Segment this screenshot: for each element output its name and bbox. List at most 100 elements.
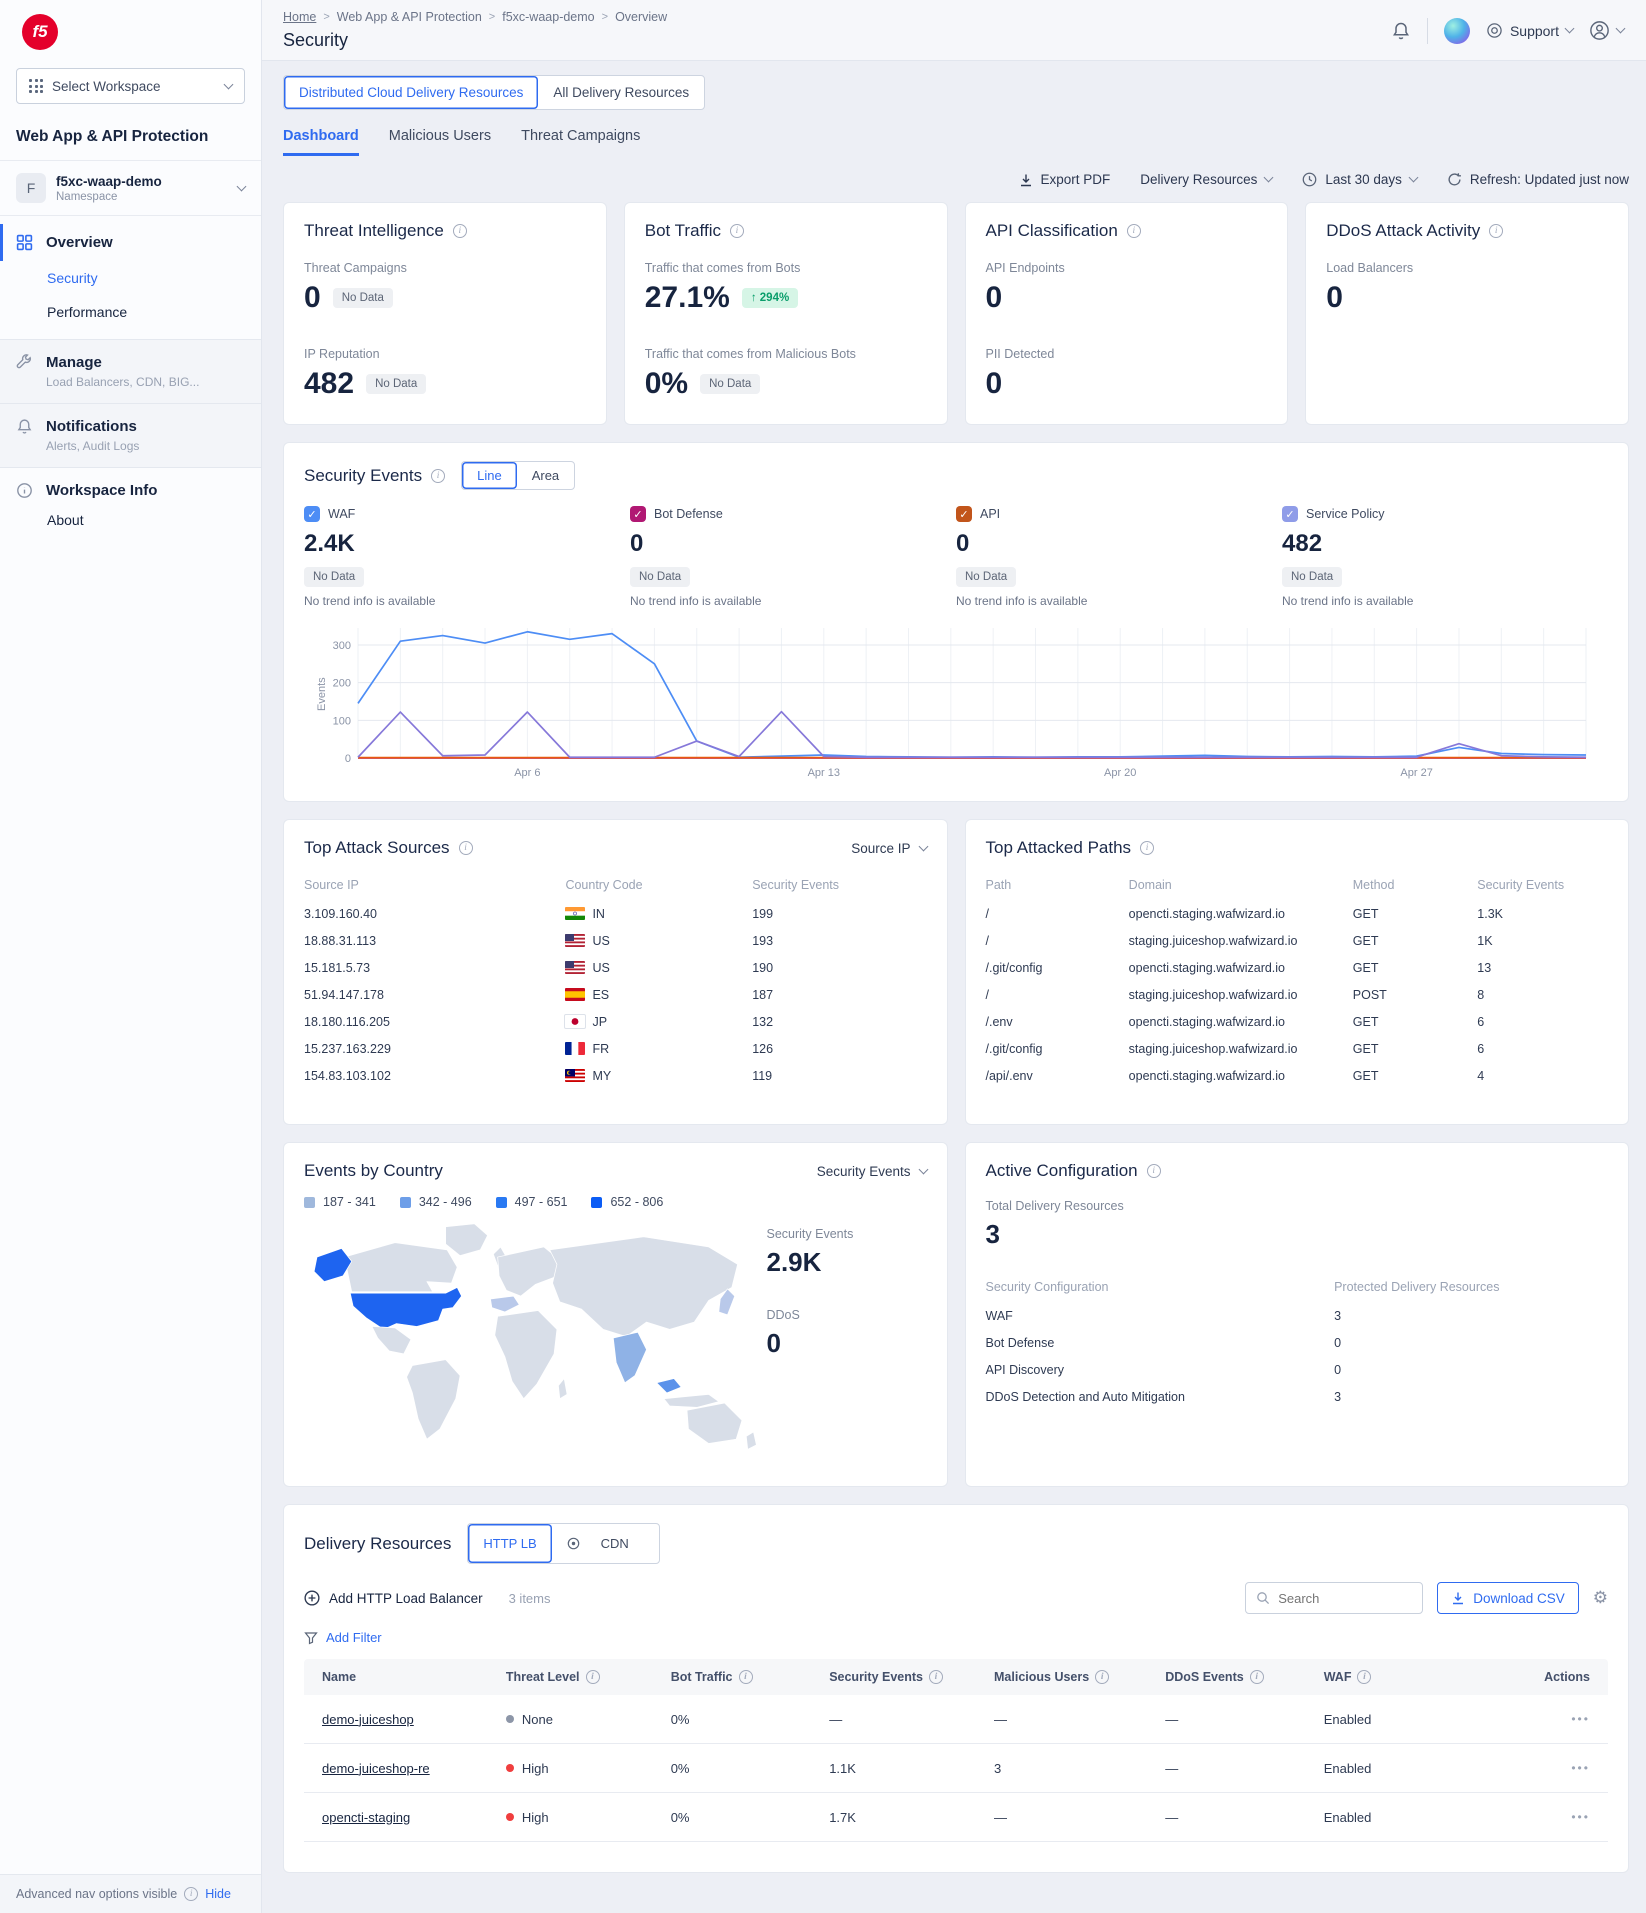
row-actions-menu[interactable]: ••• [1489, 1712, 1590, 1726]
info-icon[interactable]: i [730, 224, 744, 238]
security-events-card: Security Eventsi Line Area ✓WAF 2.4K No … [283, 442, 1629, 802]
delivery-resources-dropdown[interactable]: Delivery Resources [1140, 172, 1272, 187]
row-actions-menu[interactable]: ••• [1489, 1810, 1590, 1824]
lb-link[interactable]: demo-juiceshop-re [322, 1761, 430, 1776]
time-range-dropdown[interactable]: Last 30 days [1302, 172, 1417, 187]
info-icon[interactable]: i [1140, 841, 1154, 855]
info-icon[interactable]: i [739, 1670, 753, 1684]
info-icon[interactable]: i [1357, 1670, 1371, 1684]
service-policy-checkbox[interactable]: ✓ [1282, 506, 1298, 522]
row-actions-menu[interactable]: ••• [1489, 1761, 1590, 1775]
sidebar-item-security[interactable]: Security [0, 261, 261, 295]
workspace-selector[interactable]: Select Workspace [16, 68, 245, 104]
table-row: 51.94.147.178ES187 [304, 981, 927, 1008]
security-events-label: Security Events [767, 1227, 927, 1241]
support-label: Support [1510, 23, 1559, 39]
add-filter-button[interactable]: Add Filter [304, 1630, 1608, 1645]
toggle-cdn[interactable]: CDN [552, 1524, 659, 1563]
info-icon[interactable]: i [453, 224, 467, 238]
breadcrumb-home[interactable]: Home [283, 10, 316, 24]
toggle-line[interactable]: Line [462, 462, 517, 489]
info-icon[interactable]: i [586, 1670, 600, 1684]
table-row: 18.88.31.113US193 [304, 927, 927, 954]
info-icon[interactable]: i [459, 841, 473, 855]
card-title: Threat Intelligence [304, 221, 444, 241]
assistant-orb-icon[interactable] [1444, 18, 1470, 44]
info-icon[interactable]: i [1147, 1164, 1161, 1178]
namespace-selector[interactable]: F f5xc-waap-demo Namespace [0, 161, 261, 215]
flag-icon-in [565, 907, 585, 920]
toggle-distributed-cloud[interactable]: Distributed Cloud Delivery Resources [284, 76, 538, 109]
table-row: 15.237.163.229FR126 [304, 1035, 927, 1062]
delivery-resources-table: Name Threat Leveli Bot Traffici Security… [304, 1659, 1608, 1842]
info-icon[interactable]: i [1095, 1670, 1109, 1684]
product-title: Web App & API Protection [0, 110, 261, 160]
breadcrumb-separator: > [489, 11, 495, 23]
tab-dashboard[interactable]: Dashboard [283, 128, 359, 156]
info-icon[interactable]: i [431, 469, 445, 483]
lb-link[interactable]: demo-juiceshop [322, 1712, 414, 1727]
no-data-badge: No Data [1282, 567, 1342, 587]
table-row: API Discovery0 [986, 1356, 1609, 1383]
waf-checkbox[interactable]: ✓ [304, 506, 320, 522]
breadcrumb-namespace[interactable]: f5xc-waap-demo [502, 10, 594, 24]
tab-threat-campaigns[interactable]: Threat Campaigns [521, 128, 640, 156]
card-title: Bot Traffic [645, 221, 721, 241]
account-menu[interactable] [1589, 20, 1624, 41]
sidebar-item-workspace-info[interactable]: Workspace Info [0, 467, 261, 503]
api-checkbox[interactable]: ✓ [956, 506, 972, 522]
world-map[interactable] [304, 1213, 767, 1468]
sidebar-item-manage[interactable]: Manage Load Balancers, CDN, BIG... [0, 339, 261, 403]
svg-text:100: 100 [333, 715, 351, 727]
info-icon[interactable]: i [929, 1670, 943, 1684]
search-input[interactable] [1278, 1591, 1398, 1606]
breadcrumb-overview[interactable]: Overview [615, 10, 667, 24]
chevron-down-icon [1616, 24, 1626, 34]
add-http-lb-button[interactable]: Add HTTP Load Balancer [304, 1590, 483, 1606]
api-classification-card: API Classificationi API Endpoints 0 PII … [965, 202, 1289, 425]
events-metric-dropdown[interactable]: Security Events [817, 1164, 927, 1179]
top-bar: Home > Web App & API Protection > f5xc-w… [262, 0, 1646, 61]
chevron-down-icon [918, 841, 928, 851]
namespace-type: Namespace [56, 191, 162, 203]
export-pdf-button[interactable]: Export PDF [1019, 172, 1111, 187]
bot-defense-checkbox[interactable]: ✓ [630, 506, 646, 522]
support-menu[interactable]: Support [1486, 22, 1573, 39]
source-ip-dropdown[interactable]: Source IP [851, 841, 926, 856]
table-row: /.envopencti.staging.wafwizard.ioGET6 [986, 1008, 1609, 1035]
info-icon[interactable]: i [1127, 224, 1141, 238]
sidebar-item-about[interactable]: About [0, 503, 261, 544]
refresh-button[interactable]: Refresh: Updated just now [1447, 172, 1629, 187]
manage-label: Manage [46, 354, 199, 371]
sidebar-item-performance[interactable]: Performance [0, 295, 261, 329]
malicious-bot-traffic-value: 0% [645, 367, 688, 401]
table-row: WAF3 [986, 1302, 1609, 1329]
info-icon[interactable]: i [1489, 224, 1503, 238]
tab-malicious-users[interactable]: Malicious Users [389, 128, 491, 156]
choropleth-legend: 187 - 341 342 - 496 497 - 651 652 - 806 [304, 1195, 927, 1209]
breadcrumb-waap[interactable]: Web App & API Protection [337, 10, 482, 24]
sidebar-item-overview[interactable]: Overview [0, 224, 261, 261]
toggle-area[interactable]: Area [517, 462, 574, 489]
table-row: 3.109.160.40IN199 [304, 900, 927, 927]
active-configuration-card: Active Configurationi Total Delivery Res… [965, 1142, 1630, 1487]
divider [1427, 18, 1428, 44]
info-circle-icon [16, 482, 33, 499]
f5-logo[interactable]: f5 [0, 0, 261, 58]
hide-link[interactable]: Hide [205, 1887, 231, 1901]
table-row: 154.83.103.102MY119 [304, 1062, 927, 1089]
app-root: f5 Select Workspace Web App & API Protec… [0, 0, 1646, 1913]
sidebar-item-notifications[interactable]: Notifications Alerts, Audit Logs [0, 403, 261, 467]
lb-link[interactable]: opencti-staging [322, 1810, 410, 1825]
top-attacked-paths-card: Top Attacked Pathsi PathDomainMethodSecu… [965, 819, 1630, 1125]
table-settings-gear-icon[interactable]: ⚙ [1593, 1588, 1608, 1608]
search-box [1245, 1582, 1423, 1614]
toggle-http-lb[interactable]: HTTP LB [468, 1524, 551, 1563]
toggle-all-delivery[interactable]: All Delivery Resources [538, 76, 704, 109]
flag-icon-jp [565, 1015, 585, 1028]
top-attack-sources-card: Top Attack Sourcesi Source IP Source IPC… [283, 819, 948, 1125]
info-icon[interactable]: i [1250, 1670, 1264, 1684]
advanced-nav-text: Advanced nav options visible [16, 1887, 177, 1901]
notification-bell-icon[interactable] [1391, 21, 1411, 41]
download-csv-button[interactable]: Download CSV [1437, 1582, 1579, 1614]
